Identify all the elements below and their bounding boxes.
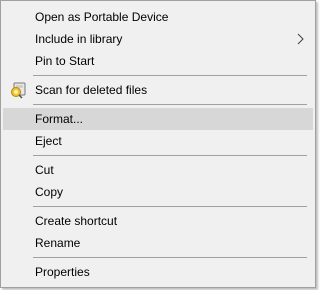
- menu-item-format[interactable]: Format...: [3, 108, 313, 130]
- chevron-right-icon: [297, 33, 304, 45]
- menu-item-properties[interactable]: Properties: [3, 261, 313, 283]
- menu-item-label: Include in library: [35, 32, 123, 46]
- menu-item-open-as-portable-device[interactable]: Open as Portable Device: [3, 6, 313, 28]
- context-menu: Open as Portable Device Include in libra…: [0, 0, 316, 288]
- menu-item-label: Scan for deleted files: [35, 83, 148, 97]
- menu-separator: [33, 75, 307, 76]
- menu-separator: [33, 257, 307, 258]
- menu-separator: [33, 104, 307, 105]
- menu-item-label: Pin to Start: [35, 54, 95, 68]
- menu-item-label: Properties: [35, 265, 90, 279]
- menu-item-pin-to-start[interactable]: Pin to Start: [3, 50, 313, 72]
- menu-item-rename[interactable]: Rename: [3, 232, 313, 254]
- menu-item-label: Open as Portable Device: [35, 10, 169, 24]
- menu-item-copy[interactable]: Copy: [3, 181, 313, 203]
- menu-item-label: Create shortcut: [35, 214, 118, 228]
- scan-disk-icon: [11, 82, 26, 99]
- menu-item-include-in-library[interactable]: Include in library: [3, 28, 313, 50]
- menu-item-create-shortcut[interactable]: Create shortcut: [3, 210, 313, 232]
- menu-item-label: Rename: [35, 236, 81, 250]
- menu-item-scan-for-deleted-files[interactable]: Scan for deleted files: [3, 79, 313, 101]
- menu-item-label: Eject: [35, 134, 62, 148]
- menu-item-label: Copy: [35, 185, 64, 199]
- menu-separator: [33, 206, 307, 207]
- menu-item-eject[interactable]: Eject: [3, 130, 313, 152]
- menu-separator: [33, 155, 307, 156]
- menu-item-label: Format...: [35, 112, 84, 126]
- menu-item-label: Cut: [35, 163, 54, 177]
- menu-item-cut[interactable]: Cut: [3, 159, 313, 181]
